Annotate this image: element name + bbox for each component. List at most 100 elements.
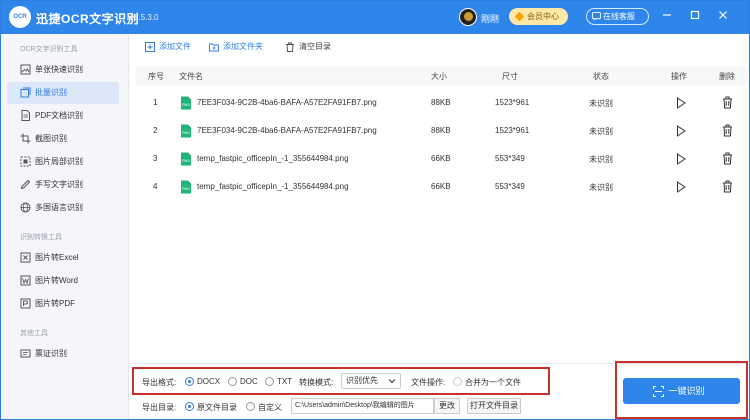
- online-support-button[interactable]: 在线客服: [586, 8, 649, 25]
- add-folder-button[interactable]: 添加文件夹: [209, 40, 263, 54]
- online-support-label: 在线客服: [603, 12, 635, 21]
- row-size: 88KB: [431, 126, 451, 135]
- sidebar-item-batch-recognition[interactable]: 批量识别: [7, 82, 119, 104]
- chat-icon: [592, 12, 601, 21]
- app-version: v8.5.3.0: [130, 13, 159, 22]
- sidebar-section-ocr-tools: OCR文字识别工具: [20, 46, 78, 53]
- play-icon[interactable]: [676, 153, 686, 165]
- sidebar-item-image-to-pdf[interactable]: 图片转PDF: [7, 293, 119, 315]
- sidebar-item-image-to-word[interactable]: 图片转Word: [7, 270, 119, 292]
- svg-text:PNG: PNG: [182, 187, 190, 191]
- vip-center-button[interactable]: 会员中心: [509, 8, 568, 25]
- row-size: 66KB: [431, 182, 451, 191]
- sidebar-item-ticket-recognition[interactable]: 票证识别: [7, 343, 119, 365]
- sidebar-section-other-tools: 其他工具: [20, 330, 48, 337]
- row-index: 1: [153, 98, 158, 107]
- row-dimensions: 1523*961: [495, 98, 530, 107]
- open-dir-button[interactable]: 打开文件目录: [467, 398, 521, 414]
- original-dir-label[interactable]: 原文件目录: [197, 402, 237, 413]
- sidebar-item-handwriting-recognition[interactable]: 手写文字识别: [7, 174, 119, 196]
- column-header-filename: 文件名: [179, 72, 203, 81]
- original-dir-radio[interactable]: [185, 402, 194, 411]
- sidebar-item-label: 多国语言识别: [35, 203, 83, 212]
- maximize-icon[interactable]: [687, 9, 703, 25]
- row-filename: 7EE3F034-9C2B-4ba6-BAFA-A57E2FA91FB7.png: [197, 126, 377, 135]
- output-dir-label: 导出目录:: [142, 403, 177, 412]
- excel-icon: [20, 252, 31, 263]
- sidebar-item-image-to-excel[interactable]: 图片转Excel: [7, 247, 119, 269]
- table-row[interactable]: 3 PNG temp_fastpic_officepIn_-1_35564498…: [135, 145, 747, 173]
- sidebar-item-label: 图片转Excel: [35, 253, 79, 262]
- play-icon[interactable]: [676, 97, 686, 109]
- row-filename: temp_fastpic_officepIn_-1_355644984.png: [197, 182, 349, 191]
- row-dimensions: 553*349: [495, 154, 525, 163]
- globe-icon: [20, 202, 31, 213]
- png-file-icon: PNG: [181, 152, 191, 166]
- row-size: 88KB: [431, 98, 451, 107]
- row-index: 4: [153, 182, 158, 191]
- sidebar-item-label: 批量识别: [35, 88, 67, 97]
- add-folder-icon: [209, 43, 219, 52]
- custom-dir-radio[interactable]: [246, 402, 255, 411]
- table-row[interactable]: 4 PNG temp_fastpic_officepIn_-1_35564498…: [135, 173, 747, 201]
- sidebar-item-label: 票证识别: [35, 349, 67, 358]
- start-recognition-button[interactable]: 一键识别: [623, 378, 740, 404]
- sidebar-item-screenshot-recognition[interactable]: 截图识别: [7, 128, 119, 150]
- sidebar-item-label: 截图识别: [35, 134, 67, 143]
- column-header-action: 操作: [671, 72, 687, 81]
- highlight-box-options: [132, 367, 550, 395]
- sidebar-item-partial-recognition[interactable]: 图片局部识别: [7, 151, 119, 173]
- row-status: 未识别: [589, 183, 613, 192]
- row-status: 未识别: [589, 127, 613, 136]
- batch-icon: [20, 87, 31, 98]
- sidebar-item-label: 单张快速识别: [35, 65, 83, 74]
- sidebar-section-convert-tools: 识别转换工具: [20, 234, 62, 241]
- delete-icon[interactable]: [722, 180, 733, 193]
- delete-icon[interactable]: [722, 152, 733, 165]
- png-file-icon: PNG: [181, 96, 191, 110]
- clear-list-label: 清空目录: [299, 42, 331, 51]
- sidebar-item-label: 图片转PDF: [35, 299, 75, 308]
- file-table-header: 序号 文件名 大小 尺寸 状态 操作 删除: [135, 67, 747, 85]
- row-index: 2: [153, 126, 158, 135]
- sidebar-item-label: 手写文字识别: [35, 180, 83, 189]
- single-image-icon: [20, 64, 31, 75]
- custom-dir-label[interactable]: 自定义: [258, 402, 282, 413]
- column-header-dimensions: 尺寸: [502, 72, 518, 81]
- svg-text:PNG: PNG: [182, 131, 190, 135]
- row-filename: temp_fastpic_officepIn_-1_355644984.png: [197, 154, 349, 163]
- output-path-input[interactable]: C:\Users\admin\Desktop\我编辑的图片: [291, 398, 434, 414]
- title-bar: OCR 迅捷OCR文字识别 v8.5.3.0 刚刚 会员中心 在线客服: [1, 1, 749, 34]
- add-file-button[interactable]: 添加文件: [145, 40, 191, 54]
- add-file-icon: [145, 42, 155, 52]
- delete-icon[interactable]: [722, 96, 733, 109]
- trash-icon: [286, 42, 294, 52]
- play-icon[interactable]: [676, 181, 686, 193]
- app-logo: OCR: [9, 6, 31, 28]
- row-index: 3: [153, 154, 158, 163]
- partial-image-icon: [20, 156, 31, 167]
- diamond-icon: [514, 11, 525, 22]
- row-dimensions: 553*349: [495, 182, 525, 191]
- sidebar-item-single-recognition[interactable]: 单张快速识别: [7, 59, 119, 81]
- change-dir-button[interactable]: 更改: [434, 398, 460, 414]
- row-filename: 7EE3F034-9C2B-4ba6-BAFA-A57E2FA91FB7.png: [197, 98, 377, 107]
- row-status: 未识别: [589, 99, 613, 108]
- sidebar-item-multilanguage-recognition[interactable]: 多国语言识别: [7, 197, 119, 219]
- minimize-icon[interactable]: [659, 9, 675, 25]
- svg-text:PNG: PNG: [182, 159, 190, 163]
- table-row[interactable]: 2 PNG 7EE3F034-9C2B-4ba6-BAFA-A57E2FA91F…: [135, 117, 747, 145]
- play-icon[interactable]: [676, 125, 686, 137]
- sidebar-item-pdf-recognition[interactable]: PDF文档识别: [7, 105, 119, 127]
- table-row[interactable]: 1 PNG 7EE3F034-9C2B-4ba6-BAFA-A57E2FA91F…: [135, 89, 747, 117]
- column-header-index: 序号: [148, 72, 164, 81]
- sidebar-item-label: PDF文档识别: [35, 111, 83, 120]
- add-file-label: 添加文件: [159, 42, 191, 51]
- row-size: 66KB: [431, 154, 451, 163]
- close-icon[interactable]: [715, 9, 731, 25]
- clear-list-button[interactable]: 清空目录: [285, 40, 331, 54]
- sidebar-item-label: 图片局部识别: [35, 157, 83, 166]
- delete-icon[interactable]: [722, 124, 733, 137]
- username[interactable]: 刚刚: [481, 12, 499, 25]
- avatar[interactable]: [459, 8, 477, 26]
